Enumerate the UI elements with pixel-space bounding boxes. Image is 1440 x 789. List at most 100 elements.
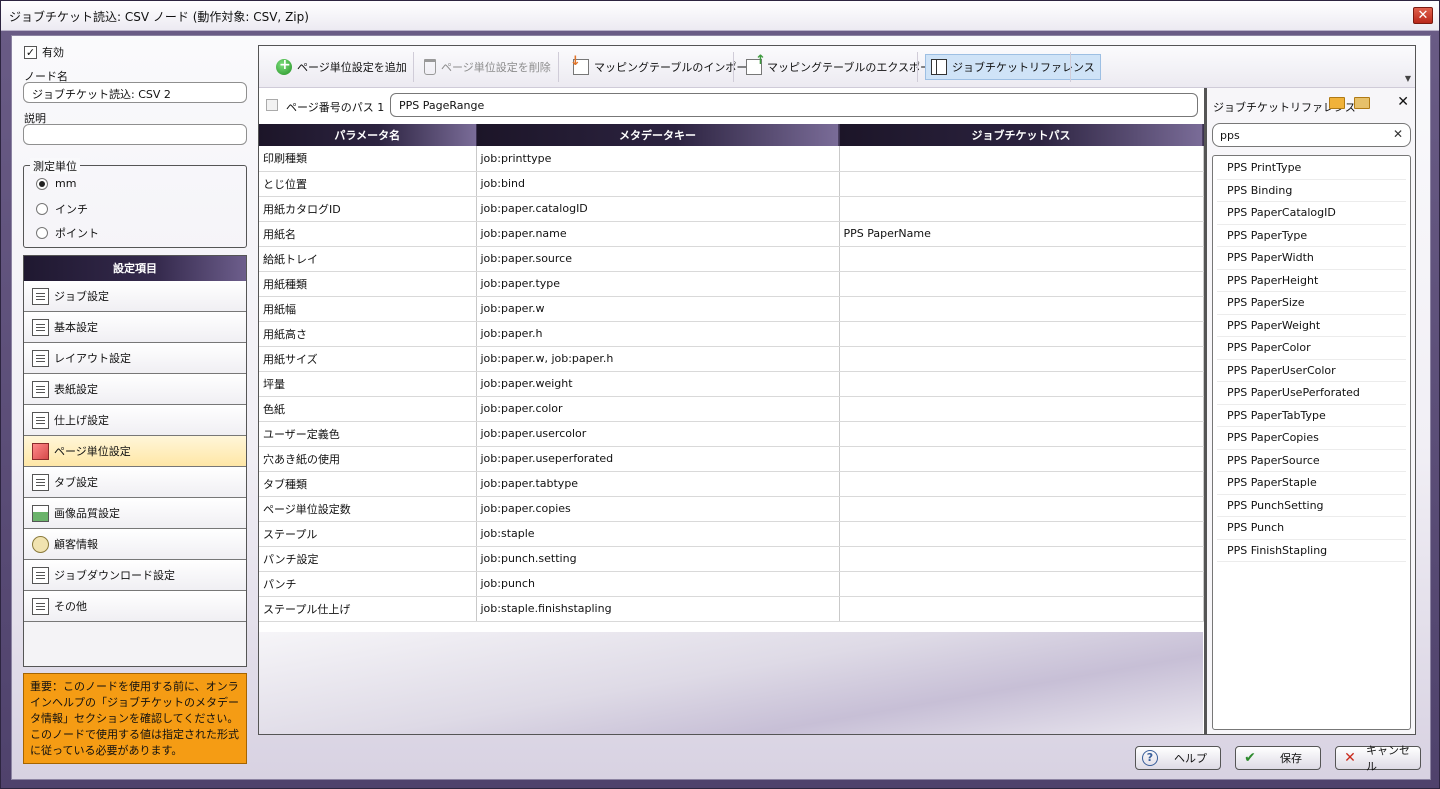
settings-item[interactable]: 仕上げ設定 — [24, 405, 246, 436]
cell-metadata-key[interactable]: job:paper.useperforated — [476, 446, 840, 472]
job-ticket-reference-button[interactable]: ジョブチケットリファレンス — [925, 54, 1101, 80]
node-name-input[interactable]: ジョブチケット読込: CSV 2 — [23, 82, 247, 103]
cancel-button[interactable]: ✕ キャンセル — [1335, 744, 1421, 773]
help-button[interactable]: ? ヘルプ — [1135, 746, 1221, 770]
list-item[interactable]: PPS PaperCatalogID — [1217, 202, 1406, 225]
table-row[interactable]: パンチ設定 job:punch.setting — [259, 546, 1204, 572]
cell-metadata-key[interactable]: job:staple.finishstapling — [476, 596, 840, 622]
unit-option-point[interactable]: ポイント — [36, 225, 99, 241]
cell-ticket-path[interactable] — [839, 571, 1204, 597]
cell-metadata-key[interactable]: job:paper.source — [476, 246, 840, 272]
table-row[interactable]: 用紙高さ job:paper.h — [259, 321, 1204, 347]
list-item[interactable]: PPS PrintType — [1217, 157, 1406, 180]
list-item[interactable]: PPS PaperWidth — [1217, 247, 1406, 270]
list-item[interactable]: PPS PaperWeight — [1217, 315, 1406, 337]
table-row[interactable]: 給紙トレイ job:paper.source — [259, 246, 1204, 272]
search-clear-icon[interactable]: ✕ — [1393, 127, 1403, 141]
table-row[interactable]: 穴あき紙の使用 job:paper.useperforated — [259, 446, 1204, 472]
cell-metadata-key[interactable]: job:paper.weight — [476, 371, 840, 397]
table-row[interactable]: 用紙サイズ job:paper.w, job:paper.h — [259, 346, 1204, 372]
settings-item[interactable]: 顧客情報 — [24, 529, 246, 560]
table-row[interactable]: 用紙種類 job:paper.type — [259, 271, 1204, 297]
cell-metadata-key[interactable]: job:bind — [476, 171, 840, 197]
delete-folder-icon[interactable] — [1354, 97, 1370, 109]
unit-option-inch[interactable]: インチ — [36, 201, 88, 217]
cell-metadata-key[interactable]: job:punch.setting — [476, 546, 840, 572]
settings-item[interactable]: ジョブダウンロード設定 — [24, 560, 246, 591]
settings-item[interactable]: タブ設定 — [24, 467, 246, 498]
table-row[interactable]: ステープル仕上げ job:staple.finishstapling — [259, 596, 1204, 622]
cell-ticket-path[interactable] — [839, 521, 1204, 547]
cell-metadata-key[interactable]: job:paper.catalogID — [476, 196, 840, 222]
list-item[interactable]: PPS FinishStapling — [1217, 540, 1406, 562]
list-item[interactable]: PPS PaperCopies — [1217, 427, 1406, 450]
window-close-icon[interactable]: ✕ — [1413, 7, 1433, 24]
column-header-metadata-key[interactable]: メタデータキー — [476, 124, 840, 146]
cell-ticket-path[interactable] — [839, 271, 1204, 297]
description-input[interactable] — [23, 124, 247, 145]
list-item[interactable]: PPS PaperUserColor — [1217, 360, 1406, 382]
cell-ticket-path[interactable] — [839, 196, 1204, 222]
cell-metadata-key[interactable]: job:paper.w, job:paper.h — [476, 346, 840, 372]
list-item[interactable]: PPS PaperStaple — [1217, 472, 1406, 495]
settings-item[interactable]: レイアウト設定 — [24, 343, 246, 374]
list-item[interactable]: PPS PaperUsePerforated — [1217, 382, 1406, 405]
cell-ticket-path[interactable] — [839, 371, 1204, 397]
settings-item[interactable]: 画像品質設定 — [24, 498, 246, 529]
list-item[interactable]: PPS PaperType — [1217, 225, 1406, 247]
list-item[interactable]: PPS PaperHeight — [1217, 270, 1406, 292]
cell-metadata-key[interactable]: job:paper.copies — [476, 496, 840, 522]
page-number-path-input[interactable]: PPS PageRange — [390, 93, 1198, 117]
list-item[interactable]: PPS PaperSource — [1217, 450, 1406, 472]
table-row[interactable]: パンチ job:punch — [259, 571, 1204, 597]
cell-metadata-key[interactable]: job:paper.tabtype — [476, 471, 840, 497]
cell-ticket-path[interactable]: PPS PaperName — [839, 221, 1204, 247]
cell-metadata-key[interactable]: job:punch — [476, 571, 840, 597]
toolbar-overflow-icon[interactable]: ▼ — [1405, 74, 1411, 83]
radio-point[interactable] — [36, 227, 48, 239]
cell-ticket-path[interactable] — [839, 321, 1204, 347]
cell-ticket-path[interactable] — [839, 146, 1204, 172]
list-item[interactable]: PPS Binding — [1217, 180, 1406, 202]
table-row[interactable]: 用紙カタログID job:paper.catalogID — [259, 196, 1204, 222]
cell-ticket-path[interactable] — [839, 171, 1204, 197]
cell-metadata-key[interactable]: job:paper.name — [476, 221, 840, 247]
cell-ticket-path[interactable] — [839, 421, 1204, 447]
list-item[interactable]: PPS PunchSetting — [1217, 495, 1406, 517]
cell-metadata-key[interactable]: job:printtype — [476, 146, 840, 172]
table-row[interactable]: ステープル job:staple — [259, 521, 1204, 547]
cell-ticket-path[interactable] — [839, 546, 1204, 572]
table-row[interactable]: ユーザー定義色 job:paper.usercolor — [259, 421, 1204, 447]
add-page-setting-button[interactable]: ページ単位設定を追加 — [271, 54, 412, 80]
column-header-parameter[interactable]: パラメータ名 — [259, 124, 477, 146]
cell-ticket-path[interactable] — [839, 246, 1204, 272]
table-row[interactable]: タブ種類 job:paper.tabtype — [259, 471, 1204, 497]
settings-item[interactable]: 表紙設定 — [24, 374, 246, 405]
cell-ticket-path[interactable] — [839, 596, 1204, 622]
cell-ticket-path[interactable] — [839, 296, 1204, 322]
list-item[interactable]: PPS PaperTabType — [1217, 405, 1406, 427]
cell-ticket-path[interactable] — [839, 496, 1204, 522]
settings-item[interactable]: ページ単位設定 — [24, 436, 246, 467]
table-row[interactable]: 印刷種類 job:printtype — [259, 146, 1204, 172]
cell-ticket-path[interactable] — [839, 471, 1204, 497]
settings-item[interactable]: ジョブ設定 — [24, 281, 246, 312]
radio-inch[interactable] — [36, 203, 48, 215]
table-row[interactable]: ページ単位設定数 job:paper.copies — [259, 496, 1204, 522]
cell-metadata-key[interactable]: job:paper.usercolor — [476, 421, 840, 447]
list-item[interactable]: PPS PaperSize — [1217, 292, 1406, 315]
delete-page-setting-button[interactable]: ページ単位設定を削除 — [419, 54, 556, 80]
radio-mm[interactable] — [36, 177, 48, 190]
save-button[interactable]: ✔ 保存 — [1235, 746, 1321, 770]
reference-pane-close-icon[interactable]: ✕ — [1397, 94, 1409, 110]
import-mapping-button[interactable]: マッピングテーブルのインポート — [568, 54, 763, 80]
table-row[interactable]: 色紙 job:paper.color — [259, 396, 1204, 422]
table-row[interactable]: 坪量 job:paper.weight — [259, 371, 1204, 397]
unit-option-mm[interactable]: mm — [36, 177, 76, 190]
reference-search-input[interactable]: pps — [1212, 123, 1411, 147]
enabled-row[interactable]: ✓ 有効 — [24, 44, 64, 60]
settings-item[interactable]: その他 — [24, 591, 246, 622]
cell-ticket-path[interactable] — [839, 396, 1204, 422]
open-folder-icon[interactable] — [1329, 97, 1345, 109]
cell-metadata-key[interactable]: job:paper.h — [476, 321, 840, 347]
